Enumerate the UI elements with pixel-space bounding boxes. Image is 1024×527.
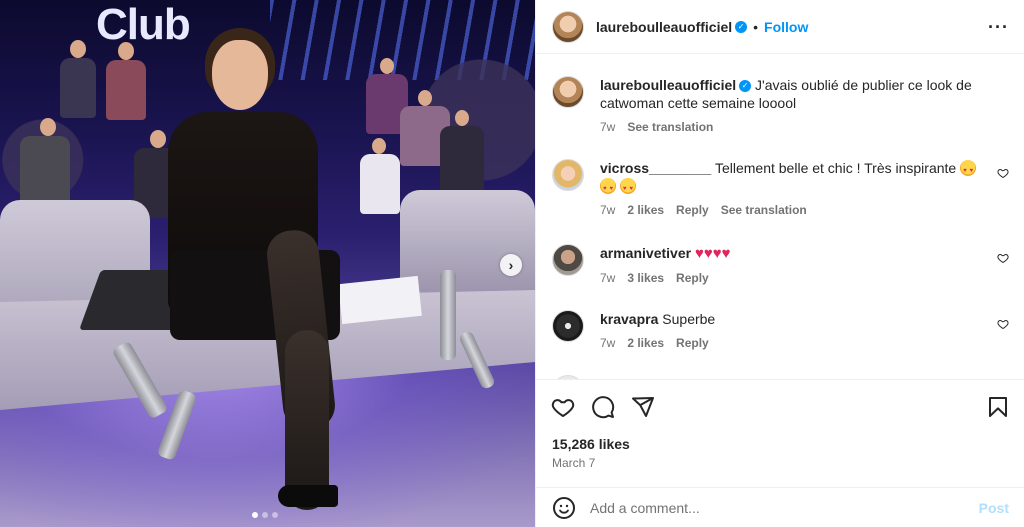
caption: laureboulleauofficiel ✓ J'avais oublié de…: [552, 76, 1009, 134]
comment-meta: 7w 2 likes Reply See translation: [600, 203, 995, 217]
red-heart-emoji-icon: ♥: [712, 245, 722, 262]
caption-meta: 7w See translation: [600, 120, 995, 134]
comment-input[interactable]: [590, 499, 950, 516]
follow-button[interactable]: Follow: [764, 19, 808, 35]
comment-text-block: armanivetiver ♥♥♥♥: [600, 244, 995, 263]
comment-likes[interactable]: 2 likes: [627, 336, 664, 350]
likes-count[interactable]: 15,286 likes: [552, 436, 630, 452]
audience-member: [440, 126, 484, 196]
comment-meta: 7w 3 likes Reply: [600, 271, 995, 285]
action-icons-group: [550, 394, 656, 420]
see-translation-link[interactable]: See translation: [721, 203, 807, 217]
post-header: laureboulleauofficiel ✓ • Follow ···: [536, 0, 1024, 54]
comment-age: 7w: [600, 203, 616, 217]
comment-text-block: vicross________ Tellement belle et chic …: [600, 159, 995, 198]
commenter-avatar[interactable]: [552, 159, 584, 191]
comment-text: Superbe: [662, 311, 716, 327]
carousel-dot: [272, 512, 278, 518]
heart-eyes-emoji-icon: [960, 160, 977, 180]
heart-icon: [551, 399, 575, 418]
share-button[interactable]: [630, 394, 656, 420]
comment-item: kravapra Superbe 7w 2 likes Reply: [552, 310, 1009, 350]
audience-member: [418, 90, 432, 106]
heart-eyes-emoji-icon: [600, 178, 616, 198]
chevron-right-icon: ›: [508, 257, 514, 273]
caption-username[interactable]: laureboulleauofficiel: [600, 77, 736, 93]
audience-member: [40, 118, 56, 136]
audience-member: [150, 130, 166, 148]
like-button[interactable]: [550, 394, 576, 420]
bookmark-icon: [989, 397, 1007, 417]
comment-text-block: kravapra Superbe: [600, 310, 995, 328]
author-avatar[interactable]: [552, 10, 584, 43]
comment-age: 7w: [600, 271, 616, 285]
reply-button[interactable]: Reply: [676, 336, 709, 350]
audience-member: [60, 58, 96, 118]
audience-member: [360, 154, 400, 214]
host-leg: [285, 330, 329, 510]
more-options-icon[interactable]: ···: [988, 17, 1009, 38]
red-heart-emoji-icon: ♥: [721, 245, 731, 262]
audience-member: [372, 138, 386, 154]
audience-member: [106, 60, 146, 120]
audience-member: [455, 110, 469, 126]
like-comment-heart-icon[interactable]: [997, 167, 1009, 179]
host-shoe: [278, 485, 338, 507]
post-date: March 7: [552, 456, 596, 470]
add-comment-bar: Post: [536, 487, 1024, 527]
verified-badge-icon: ✓: [735, 20, 748, 33]
post-photo[interactable]: Club ›: [0, 0, 535, 527]
author-username[interactable]: laureboulleauofficiel: [596, 19, 732, 35]
comment-username[interactable]: kravapra: [600, 311, 658, 327]
robot-arm: [440, 270, 456, 360]
caption-age: 7w: [600, 120, 616, 134]
like-comment-heart-icon[interactable]: [997, 252, 1009, 264]
comment-bubble-icon: [592, 396, 615, 419]
post-actions: 15,286 likes March 7: [536, 379, 1024, 487]
comment-username[interactable]: vicross________: [600, 160, 711, 176]
comment-text: Tellement belle et chic ! Très inspirant…: [714, 160, 957, 176]
carousel-dot: [252, 512, 258, 518]
comment-likes[interactable]: 3 likes: [627, 271, 664, 285]
commenter-avatar[interactable]: [552, 310, 584, 342]
author-avatar[interactable]: [552, 76, 584, 108]
audience-member: [118, 42, 134, 60]
audience-member: [70, 40, 86, 58]
comment-item: armanivetiver ♥♥♥♥ 7w 3 likes Reply: [552, 244, 1009, 285]
commenter-avatar[interactable]: [552, 244, 584, 276]
reply-button[interactable]: Reply: [676, 271, 709, 285]
notes-paper: [338, 275, 422, 325]
emoji-smiley-icon[interactable]: [552, 496, 576, 520]
comment-username[interactable]: armanivetiver: [600, 245, 691, 261]
see-translation-link[interactable]: See translation: [627, 120, 713, 134]
comments-list: laureboulleauofficiel ✓ J'avais oublié de…: [536, 54, 1024, 379]
audience-member: [380, 58, 394, 74]
verified-badge-icon: ✓: [739, 80, 752, 93]
carousel-next-button[interactable]: ›: [500, 254, 522, 276]
comment-age: 7w: [600, 336, 616, 350]
host-face: [212, 40, 268, 110]
comment-item: vicross________ Tellement belle et chic …: [552, 159, 1009, 217]
red-heart-emoji-icon: ♥: [703, 245, 713, 262]
like-comment-heart-icon[interactable]: [997, 318, 1009, 330]
carousel-indicator: [252, 512, 278, 518]
caption-text-block: laureboulleauofficiel ✓ J'avais oublié de…: [600, 76, 995, 112]
separator-dot: •: [753, 18, 759, 35]
post-comment-button[interactable]: Post: [979, 500, 1009, 516]
paper-plane-icon: [632, 397, 654, 417]
carousel-dot: [262, 512, 268, 518]
comment-likes[interactable]: 2 likes: [627, 203, 664, 217]
post-sidebar: laureboulleauofficiel ✓ • Follow ··· lau…: [535, 0, 1024, 527]
save-button[interactable]: [985, 394, 1011, 420]
comment-meta: 7w 2 likes Reply: [600, 336, 995, 350]
heart-eyes-emoji-icon: [619, 178, 636, 198]
reply-button[interactable]: Reply: [676, 203, 709, 217]
red-heart-emoji-icon: ♥: [694, 245, 704, 262]
instagram-post-modal: Club › laureboulleauofficiel ✓ • Follow …: [0, 0, 1024, 527]
comment-button[interactable]: [590, 394, 616, 420]
